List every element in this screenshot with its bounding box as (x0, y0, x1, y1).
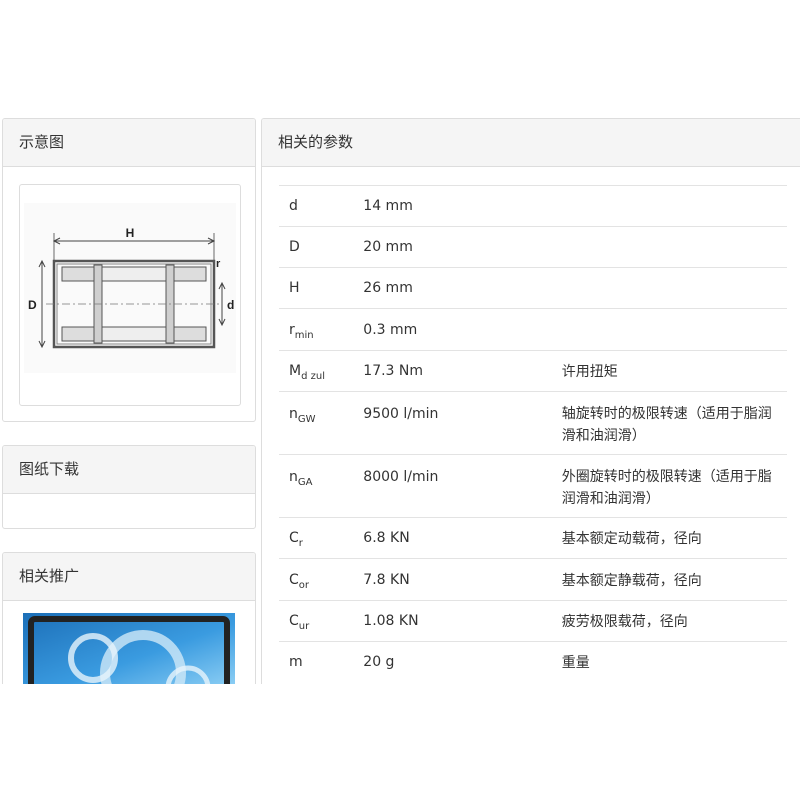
promo-panel-title: 相关推广 (3, 553, 255, 601)
param-row: Md zul 17.3 Nm 许用扭矩 (279, 350, 787, 392)
param-symbol: Cor (279, 558, 354, 601)
param-value: 7.8 KN (353, 558, 552, 601)
param-row: m 20 g 重量 (279, 641, 787, 683)
param-row: nGA 8000 l/min 外圈旋转时的极限转速（适用于脂润滑和油润滑） (279, 454, 787, 518)
param-symbol: rmin (279, 308, 354, 351)
param-row: rmin 0.3 mm (279, 308, 787, 351)
bearing-drawing: H r D d (24, 203, 236, 373)
params-panel-title: 相关的参数 (262, 119, 800, 167)
param-row: nGW 9500 l/min 轴旋转时的极限转速（适用于脂润滑和油润滑） (279, 391, 787, 455)
param-desc: 外圈旋转时的极限转速（适用于脂润滑和油润滑） (551, 454, 787, 518)
diagram-panel: 示意图 H r D d (2, 118, 256, 422)
param-symbol: H (279, 267, 354, 309)
param-symbol: Cur (279, 600, 354, 642)
param-value: 6.8 KN (353, 517, 552, 559)
param-desc: 许用扭矩 (551, 350, 787, 392)
param-value: 8000 l/min (353, 454, 552, 518)
param-symbol: D (279, 226, 354, 268)
param-desc (551, 267, 787, 309)
param-desc (551, 226, 787, 268)
param-value: 9500 l/min (353, 391, 552, 455)
page-cutoff (0, 684, 800, 800)
download-panel-title: 图纸下载 (3, 446, 255, 494)
param-symbol: m (279, 641, 354, 683)
bearing-diagram: H r D d (19, 184, 241, 406)
param-value: 20 g (353, 641, 552, 683)
dim-d-label: d (227, 298, 234, 312)
param-symbol: nGW (279, 391, 354, 455)
param-row: Cur 1.08 KN 疲劳极限载荷，径向 (279, 600, 787, 642)
param-symbol: Cr (279, 517, 354, 559)
param-value: 1.08 KN (353, 600, 552, 642)
params-panel: 相关的参数 d 14 mm D 20 mm H 26 mm rmin 0.3 m… (261, 118, 800, 758)
dim-H-label: H (126, 226, 135, 240)
dim-r-label: r (216, 258, 221, 270)
param-row: H 26 mm (279, 267, 787, 309)
diagram-panel-title: 示意图 (3, 119, 255, 167)
param-desc (551, 308, 787, 351)
param-symbol: d (279, 185, 354, 227)
param-row: Cr 6.8 KN 基本额定动载荷，径向 (279, 517, 787, 559)
param-row: Cor 7.8 KN 基本额定静载荷，径向 (279, 558, 787, 601)
download-panel: 图纸下载 (2, 445, 256, 529)
param-desc: 基本额定静载荷，径向 (551, 558, 787, 601)
param-desc: 基本额定动载荷，径向 (551, 517, 787, 559)
param-row: d 14 mm (279, 185, 787, 227)
param-desc: 重量 (551, 641, 787, 683)
param-value: 20 mm (353, 226, 552, 268)
params-table: d 14 mm D 20 mm H 26 mm rmin 0.3 mm Md z… (279, 185, 787, 683)
param-value: 14 mm (353, 185, 552, 227)
param-value: 17.3 Nm (353, 350, 552, 392)
param-desc (551, 185, 787, 227)
param-desc: 轴旋转时的极限转速（适用于脂润滑和油润滑） (551, 391, 787, 455)
param-desc: 疲劳极限载荷，径向 (551, 600, 787, 642)
param-value: 0.3 mm (353, 308, 552, 351)
dim-D-label: D (28, 298, 37, 312)
param-symbol: Md zul (279, 350, 354, 392)
param-value: 26 mm (353, 267, 552, 309)
param-row: D 20 mm (279, 226, 787, 268)
param-symbol: nGA (279, 454, 354, 518)
